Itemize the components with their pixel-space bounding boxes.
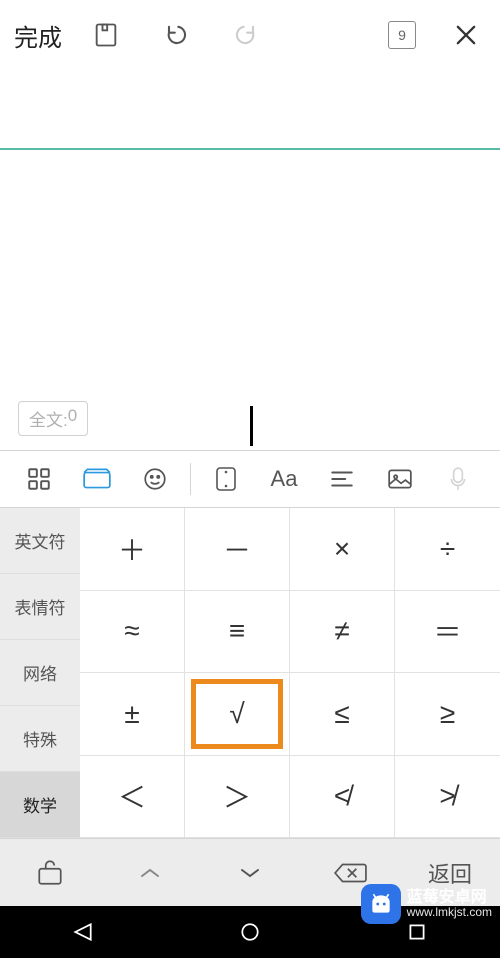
- symbol-grid: ＋ － × ÷ ≈ ≡ ≠ ＝ ± √ ≤ ≥ ＜ ＞ ≮ ≯: [80, 508, 500, 838]
- word-count-badge: 全文: 0: [18, 401, 88, 436]
- sym-neq[interactable]: ≠: [290, 591, 395, 674]
- keyboard-icon[interactable]: [68, 454, 126, 504]
- title-input[interactable]: [0, 70, 500, 150]
- page-number-box[interactable]: 9: [376, 9, 428, 61]
- sym-cat-english[interactable]: 英文符: [0, 508, 80, 574]
- apps-icon[interactable]: [10, 454, 68, 504]
- watermark-title: 蓝莓安卓网: [407, 889, 492, 907]
- sym-plus[interactable]: ＋: [80, 508, 185, 591]
- sym-cat-network[interactable]: 网络: [0, 640, 80, 706]
- done-button[interactable]: 完成: [14, 18, 62, 53]
- symbol-category-list: 英文符 表情符 网络 特殊 数学: [0, 508, 80, 838]
- font-icon[interactable]: Aa: [255, 454, 313, 504]
- sym-sqrt[interactable]: √: [185, 673, 290, 756]
- save-icon[interactable]: [80, 9, 132, 61]
- sym-geq[interactable]: ≥: [395, 673, 500, 756]
- sym-divide[interactable]: ÷: [395, 508, 500, 591]
- watermark-logo-icon: [361, 884, 401, 924]
- sym-multiply[interactable]: ×: [290, 508, 395, 591]
- nav-back-icon[interactable]: [68, 917, 98, 947]
- lock-icon[interactable]: [0, 839, 100, 906]
- emoji-icon[interactable]: [126, 454, 184, 504]
- close-button[interactable]: [446, 21, 486, 49]
- symbol-panel: 英文符 表情符 网络 特殊 数学 ＋ － × ÷ ≈ ≡ ≠ ＝ ± √ ≤ ≥…: [0, 508, 500, 838]
- body-textarea[interactable]: 全文: 0: [0, 150, 500, 450]
- sym-cat-special[interactable]: 特殊: [0, 706, 80, 772]
- align-icon[interactable]: [313, 454, 371, 504]
- sym-approx[interactable]: ≈: [80, 591, 185, 674]
- text-cursor: [250, 406, 253, 446]
- redo-icon: [220, 9, 272, 61]
- sym-ngt[interactable]: ≯: [395, 756, 500, 839]
- sym-cat-math[interactable]: 数学: [0, 772, 80, 838]
- format-toolbar: Aa: [0, 450, 500, 508]
- sym-minus[interactable]: －: [185, 508, 290, 591]
- sym-nlt[interactable]: ≮: [290, 756, 395, 839]
- sym-equals[interactable]: ＝: [395, 591, 500, 674]
- fullscreen-icon[interactable]: [197, 454, 255, 504]
- nav-home-icon[interactable]: [235, 917, 265, 947]
- watermark: 蓝莓安卓网 www.lmkjst.com: [361, 884, 492, 924]
- image-icon[interactable]: [371, 454, 429, 504]
- up-arrow-icon[interactable]: [100, 839, 200, 906]
- down-arrow-icon[interactable]: [200, 839, 300, 906]
- sym-leq[interactable]: ≤: [290, 673, 395, 756]
- top-toolbar: 完成 9: [0, 0, 500, 70]
- mic-icon[interactable]: [429, 454, 487, 504]
- sym-identical[interactable]: ≡: [185, 591, 290, 674]
- page-number-value: 9: [388, 21, 416, 49]
- sym-gt[interactable]: ＞: [185, 756, 290, 839]
- sym-plusminus[interactable]: ±: [80, 673, 185, 756]
- sym-cat-emoji[interactable]: 表情符: [0, 574, 80, 640]
- divider: [190, 463, 191, 495]
- watermark-url: www.lmkjst.com: [407, 906, 492, 919]
- undo-icon[interactable]: [150, 9, 202, 61]
- sym-lt[interactable]: ＜: [80, 756, 185, 839]
